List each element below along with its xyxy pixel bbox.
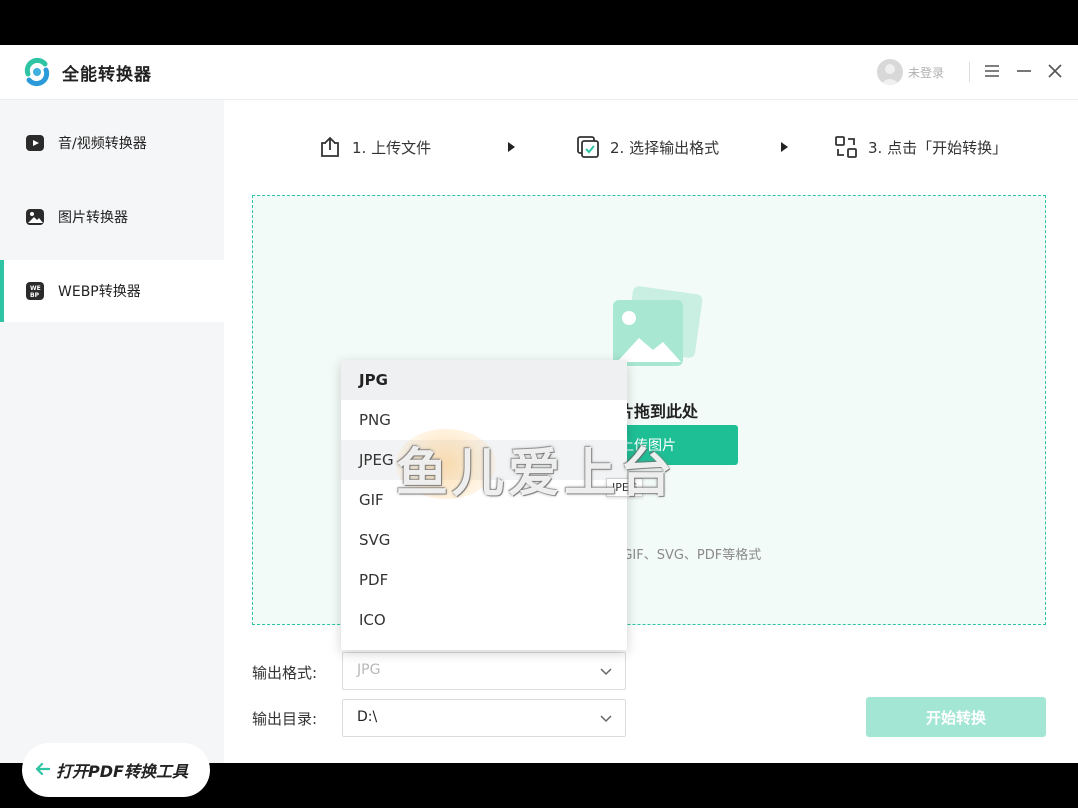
step-upload: 1. 上传文件 bbox=[318, 135, 431, 159]
image-icon bbox=[26, 209, 44, 225]
sidebar-item-webp[interactable]: WE BP WEBP转换器 bbox=[0, 260, 224, 322]
close-button[interactable] bbox=[1045, 61, 1065, 81]
sidebar-item-label: 图片转换器 bbox=[58, 210, 128, 226]
close-icon bbox=[1048, 64, 1062, 78]
convert-icon bbox=[835, 136, 857, 158]
svg-text:BP: BP bbox=[30, 292, 40, 299]
divider bbox=[969, 62, 970, 82]
upload-icon bbox=[321, 136, 339, 157]
avatar[interactable] bbox=[877, 59, 903, 85]
menu-button[interactable] bbox=[982, 61, 1002, 81]
sidebar-item-label: 音/视频转换器 bbox=[58, 136, 147, 152]
output-format-value: JPG bbox=[357, 662, 381, 678]
tooltip: JPEG bbox=[606, 478, 644, 497]
sidebar-item-label: WEBP转换器 bbox=[58, 284, 141, 300]
dropdown-option[interactable]: JPG bbox=[341, 360, 627, 400]
output-format-select[interactable]: JPG bbox=[342, 652, 626, 690]
output-dir-label: 输出目录: bbox=[252, 710, 318, 728]
sidebar: 音/视频转换器 图片转换器 WE BP WEBP转换器 打开PDF转换工具 bbox=[0, 100, 224, 797]
open-pdf-tool-button[interactable]: 打开PDF转换工具 bbox=[22, 743, 210, 797]
chevron-down-icon bbox=[600, 715, 612, 723]
app-logo-icon bbox=[24, 57, 50, 87]
start-convert-button[interactable]: 开始转换 bbox=[866, 697, 1046, 737]
step-label: 1. 上传文件 bbox=[352, 138, 432, 157]
minimize-button[interactable] bbox=[1014, 61, 1034, 81]
login-link[interactable]: 未登录 bbox=[908, 64, 944, 81]
svg-text:WE: WE bbox=[30, 285, 41, 292]
dropdown-option[interactable]: ICO bbox=[341, 600, 627, 640]
output-format-label: 输出格式: bbox=[252, 664, 318, 682]
sidebar-item-video[interactable]: 音/视频转换器 bbox=[0, 112, 224, 174]
menu-icon bbox=[985, 65, 999, 77]
minimize-icon bbox=[1017, 70, 1031, 72]
checkbox-icon bbox=[577, 136, 599, 158]
sidebar-item-image[interactable]: 图片转换器 bbox=[0, 186, 224, 248]
step-arrow-icon bbox=[508, 142, 515, 152]
app-title: 全能转换器 bbox=[62, 65, 152, 85]
output-dir-value: D:\ bbox=[357, 709, 378, 725]
arrow-left-icon bbox=[35, 762, 50, 776]
output-dir-select[interactable]: D:\ bbox=[342, 699, 626, 737]
step-format: 2. 选择输出格式 bbox=[576, 135, 719, 159]
dropdown-option[interactable]: SVG bbox=[341, 520, 627, 560]
step-start: 3. 点击「开始转换」 bbox=[834, 135, 1007, 159]
title-bar: 全能转换器 未登录 bbox=[0, 45, 1078, 100]
step-label: 3. 点击「开始转换」 bbox=[868, 138, 1008, 157]
chevron-down-icon bbox=[600, 668, 612, 676]
step-label: 2. 选择输出格式 bbox=[610, 138, 720, 157]
app-window: 全能转换器 未登录 音/视频转换器 图片转换器 WE BP WEBP转换器 打开… bbox=[0, 45, 1078, 797]
dropdown-option[interactable]: PNG bbox=[341, 400, 627, 440]
pdf-tool-label: 打开PDF转换工具 bbox=[56, 762, 188, 781]
format-dropdown: JPG PNG JPEG GIF SVG PDF ICO bbox=[341, 360, 627, 650]
dropdown-option[interactable]: PDF bbox=[341, 560, 627, 600]
dropdown-option[interactable]: JPEG bbox=[341, 440, 627, 480]
video-icon bbox=[26, 135, 44, 151]
webp-icon: WE BP bbox=[26, 282, 44, 300]
user-icon bbox=[880, 64, 900, 85]
step-arrow-icon bbox=[781, 142, 788, 152]
dropdown-option[interactable]: GIF bbox=[341, 480, 627, 520]
